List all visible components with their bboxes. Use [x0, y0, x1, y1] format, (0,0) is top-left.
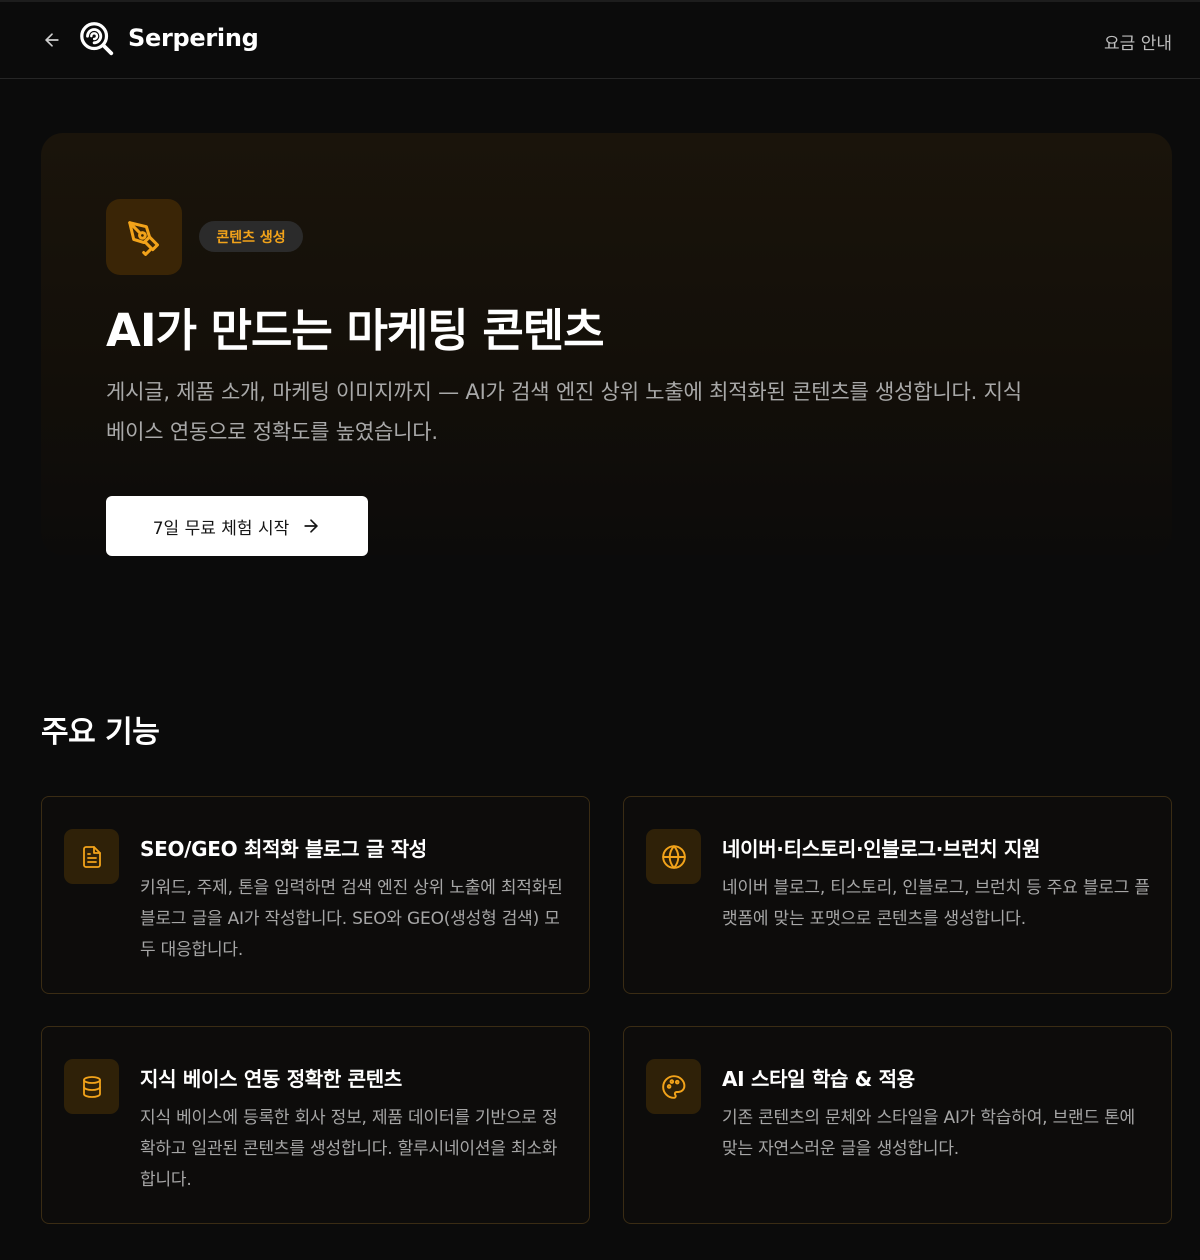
features-section-title: 주요 기능: [41, 715, 160, 750]
feature-card: 지식 베이스 연동 정확한 콘텐츠 지식 베이스에 등록한 회사 정보, 제품 …: [41, 1026, 590, 1224]
hero-description: 게시글, 제품 소개, 마케팅 이미지까지 — AI가 검색 엔진 상위 노출에…: [106, 380, 1022, 444]
feature-icon-box: [646, 829, 701, 884]
arrow-right-icon: [304, 519, 318, 533]
feature-card: SEO/GEO 최적화 블로그 글 작성 키워드, 주제, 톤을 입력하면 검색…: [41, 796, 590, 994]
feature-icon-box: [64, 829, 119, 884]
pricing-link[interactable]: 요금 안내: [1104, 29, 1172, 54]
free-trial-button-label: 7일 무료 체험 시작: [152, 518, 290, 539]
feature-description: 지식 베이스에 등록한 회사 정보, 제품 데이터를 기반으로 정확하고 일관된…: [140, 1108, 558, 1190]
page-title: AI가 만드는 마케팅 콘텐츠: [106, 304, 605, 357]
feature-title: AI 스타일 학습 & 적용: [722, 1067, 915, 1091]
feature-card: 네이버·티스토리·인블로그·브런치 지원 네이버 블로그, 티스토리, 인블로그…: [623, 796, 1172, 994]
feature-title: 지식 베이스 연동 정확한 콘텐츠: [140, 1067, 402, 1091]
top-nav: Serpering 요금 안내: [0, 2, 1200, 79]
globe-icon: [661, 844, 686, 869]
feature-description: 키워드, 주제, 톤을 입력하면 검색 엔진 상위 노출에 최적화된 블로그 글…: [140, 878, 563, 960]
brand-name[interactable]: Serpering: [128, 24, 259, 52]
feature-title: SEO/GEO 최적화 블로그 글 작성: [140, 837, 427, 861]
back-button[interactable]: [38, 26, 66, 54]
feature-card: AI 스타일 학습 & 적용 기존 콘텐츠의 문체와 스타일을 AI가 학습하여…: [623, 1026, 1172, 1224]
palette-icon: [661, 1074, 685, 1099]
serpering-logo-icon: [80, 22, 114, 56]
feature-icon-box: [646, 1059, 701, 1114]
feature-title: 네이버·티스토리·인블로그·브런치 지원: [722, 837, 1041, 861]
database-icon: [82, 1075, 101, 1098]
arrow-left-icon: [45, 33, 59, 47]
document-icon: [82, 845, 101, 868]
free-trial-button[interactable]: 7일 무료 체험 시작: [106, 496, 368, 556]
category-badge: 콘텐츠 생성: [199, 221, 303, 252]
pen-tool-icon: [128, 221, 159, 256]
feature-description: 네이버 블로그, 티스토리, 인블로그, 브런치 등 주요 블로그 플랫폼에 맞…: [722, 878, 1150, 929]
feature-icon-box: [64, 1059, 119, 1114]
hero-icon-box: [106, 199, 182, 275]
feature-description: 기존 콘텐츠의 문체와 스타일을 AI가 학습하여, 브랜드 톤에 맞는 자연스…: [722, 1108, 1135, 1159]
